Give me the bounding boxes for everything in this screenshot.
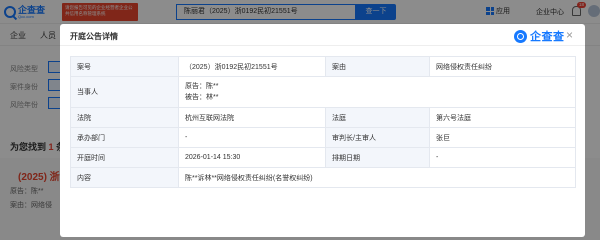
- parties-label: 当事人: [70, 76, 179, 108]
- hearing-time-label: 开庭时间: [70, 147, 179, 168]
- table-row: 案号 （2025）浙0192民初21551号 案由 网络侵权责任纠纷: [70, 56, 576, 77]
- courtroom-label: 法庭: [325, 107, 430, 128]
- courtroom-value: 第六号法庭: [429, 107, 576, 128]
- modal-header: 开庭公告详情 企查查 ×: [60, 24, 585, 46]
- table-row: 当事人 原告：陈** 被告：林**: [70, 76, 576, 108]
- detail-table: 案号 （2025）浙0192民初21551号 案由 网络侵权责任纠纷 当事人 原…: [70, 56, 576, 188]
- case-no-label: 案号: [70, 56, 179, 77]
- department-value: -: [178, 127, 326, 148]
- modal-logo-text: 企查查: [530, 31, 565, 43]
- schedule-date-label: 排期日期: [325, 147, 430, 168]
- judge-label: 审判长/主审人: [325, 127, 430, 148]
- table-row: 开庭时间 2026-01-14 15:30 排期日期 -: [70, 147, 576, 168]
- table-row: 法院 杭州互联网法院 法庭 第六号法庭: [70, 107, 576, 128]
- modal-logo: 企查查: [514, 28, 565, 44]
- table-row: 承办部门 - 审判长/主审人 张巨: [70, 127, 576, 148]
- court-value: 杭州互联网法院: [178, 107, 326, 128]
- qcc-logo-icon: [514, 29, 527, 43]
- defendant-text: 被告：林**: [185, 94, 219, 101]
- plaintiff-text: 原告：陈**: [185, 83, 219, 90]
- content-label: 内容: [70, 167, 179, 188]
- court-label: 法院: [70, 107, 179, 128]
- table-row: 内容 陈**诉林**网络侵权责任纠纷(名誉权纠纷): [70, 167, 576, 188]
- cause-value: 网络侵权责任纠纷: [429, 56, 576, 77]
- content-value: 陈**诉林**网络侵权责任纠纷(名誉权纠纷): [178, 167, 576, 188]
- department-label: 承办部门: [70, 127, 179, 148]
- schedule-date-value: -: [429, 147, 576, 168]
- case-no-value: （2025）浙0192民初21551号: [178, 56, 326, 77]
- parties-value: 原告：陈** 被告：林**: [178, 76, 576, 108]
- close-icon[interactable]: ×: [566, 29, 573, 41]
- hearing-time-value: 2026-01-14 15:30: [178, 147, 326, 168]
- cause-label: 案由: [325, 56, 430, 77]
- judge-value: 张巨: [429, 127, 576, 148]
- modal-title: 开庭公告详情: [70, 32, 118, 41]
- hearing-notice-modal: 开庭公告详情 企查查 × 案号 （2025）浙0192民初21551号 案由 网…: [60, 24, 585, 237]
